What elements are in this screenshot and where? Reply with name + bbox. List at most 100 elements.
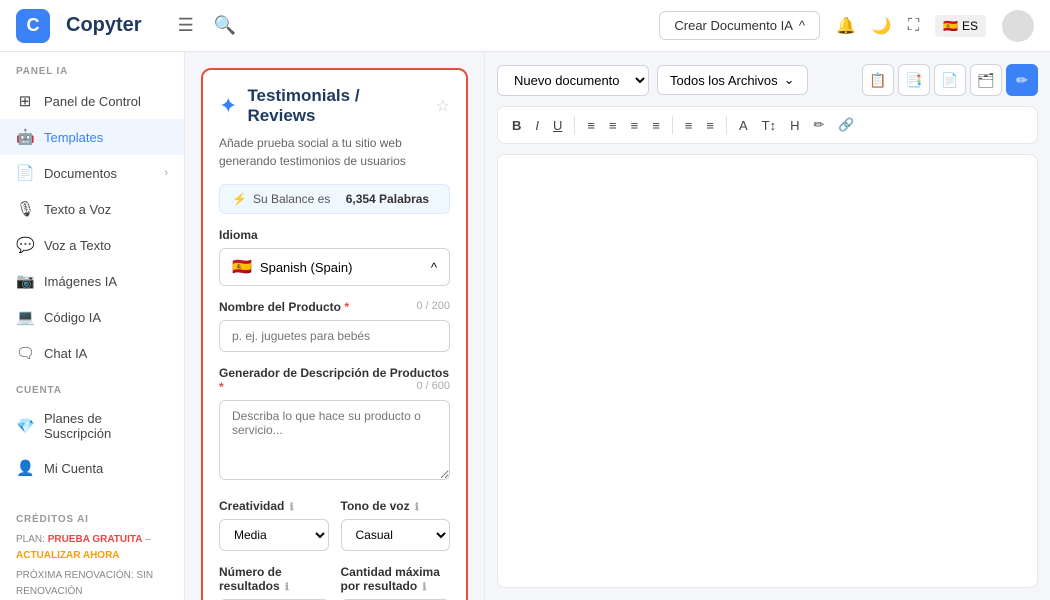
format-heading[interactable]: H: [786, 116, 803, 135]
chevron-up-lang-icon: ^: [431, 260, 437, 275]
toolbar-top: Nuevo documento Todos los Archivos ⌄ 📋 📑…: [497, 64, 1038, 96]
templates-icon: 🤖: [16, 128, 34, 146]
nombre-producto-label: Nombre del Producto * 0 / 200: [219, 300, 450, 314]
plan-line: PLAN: PRUEBA GRATUITA – ACTUALIZAR AHORA: [16, 532, 168, 564]
toolbar-icon-2[interactable]: 📑: [898, 64, 930, 96]
format-bar: B I U ≡ ≡ ≡ ≡ ≡ ≡ A T↕ H ✏ 🔗: [497, 106, 1038, 144]
idioma-field: Idioma 🇪🇸 Spanish (Spain) ^: [219, 228, 450, 286]
search-icon[interactable]: 🔍: [210, 11, 240, 40]
format-pen[interactable]: ✏: [809, 115, 828, 135]
format-align-right[interactable]: ≡: [627, 116, 643, 135]
format-font-color[interactable]: A: [735, 116, 752, 135]
creatividad-label: Creatividad ℹ: [219, 499, 329, 513]
sidebar-item-planes[interactable]: 💎 Planes de Suscripción: [0, 402, 184, 450]
lang-selected-text: Spanish (Spain): [260, 260, 353, 275]
crear-doc-button[interactable]: Crear Documento IA ^: [659, 11, 820, 40]
panel-ia-section-label: PANEL IA: [0, 52, 184, 83]
right-panel: Nuevo documento Todos los Archivos ⌄ 📋 📑…: [485, 52, 1050, 600]
desc-productos-label: Generador de Descripción de Productos * …: [219, 366, 450, 394]
format-text-size[interactable]: T↕: [758, 116, 780, 135]
toolbar-icon-1[interactable]: 📋: [862, 64, 894, 96]
codigo-ia-icon: 💻: [16, 308, 34, 326]
format-align-left[interactable]: ≡: [583, 116, 599, 135]
sidebar-footer: CRÉDITOS AI PLAN: PRUEBA GRATUITA – ACTU…: [0, 486, 184, 600]
tono-info-icon[interactable]: ℹ: [415, 502, 419, 513]
sidebar: PANEL IA ⊞ Panel de Control 🤖 Templates …: [0, 52, 185, 600]
language-flag-badge[interactable]: 🇪🇸 ES: [935, 15, 986, 37]
arrow-right-icon: ›: [164, 167, 168, 179]
voz-a-texto-icon: 💬: [16, 236, 34, 254]
sidebar-item-templates[interactable]: 🤖 Templates: [0, 119, 184, 155]
sidebar-item-documentos[interactable]: 📄 Documentos ›: [0, 155, 184, 191]
creatividad-tono-row: Creatividad ℹ Baja Media Alta Tono de vo…: [219, 499, 450, 551]
creatividad-select[interactable]: Baja Media Alta: [219, 519, 329, 551]
cuenta-section-label: CUENTA: [0, 371, 184, 402]
sidebar-item-voz-a-texto[interactable]: 💬 Voz a Texto: [0, 227, 184, 263]
sidebar-label-documentos: Documentos: [44, 166, 117, 181]
format-list-ul[interactable]: ≡: [702, 116, 718, 135]
tono-select[interactable]: Formal Casual Amigable Profesional: [341, 519, 451, 551]
template-card: ✦ Testimonials / Reviews ☆ Añade prueba …: [201, 68, 468, 600]
sidebar-label-mi-cuenta: Mi Cuenta: [44, 461, 103, 476]
sidebar-item-mi-cuenta[interactable]: 👤 Mi Cuenta: [0, 450, 184, 486]
format-link[interactable]: 🔗: [834, 115, 858, 135]
user-avatar[interactable]: [1002, 10, 1034, 42]
renovacion-text: PRÓXIMA RENOVACIÓN: SIN RENOVACIÓN: [16, 568, 168, 600]
required-star-nombre: *: [344, 300, 349, 314]
balance-label: Su Balance es: [253, 192, 330, 206]
format-align-justify[interactable]: ≡: [648, 116, 664, 135]
sidebar-item-imagenes-ia[interactable]: 📷 Imágenes IA: [0, 263, 184, 299]
sidebar-item-codigo-ia[interactable]: 💻 Código IA: [0, 299, 184, 335]
format-list-ol[interactable]: ≡: [681, 116, 697, 135]
format-underline[interactable]: U: [549, 116, 566, 135]
nav-right: Crear Documento IA ^ 🔔 🌙 ⛶ 🇪🇸 ES: [659, 10, 1034, 42]
language-select[interactable]: 🇪🇸 Spanish (Spain) ^: [219, 248, 450, 286]
planes-icon: 💎: [16, 417, 34, 435]
sidebar-item-chat-ia[interactable]: 🗨 Chat IA: [0, 335, 184, 371]
fullscreen-icon[interactable]: ⛶: [908, 17, 919, 35]
toolbar-icon-3[interactable]: 📄: [934, 64, 966, 96]
bell-icon[interactable]: 🔔: [836, 16, 856, 36]
balance-bar: ⚡ Su Balance es 6,354 Palabras: [219, 184, 450, 214]
plan-sep: –: [145, 534, 151, 545]
logo-text: Copyter: [66, 14, 142, 37]
moon-icon[interactable]: 🌙: [872, 16, 892, 36]
format-align-center[interactable]: ≡: [605, 116, 621, 135]
desc-productos-textarea[interactable]: [219, 400, 450, 480]
toolbar-icon-5[interactable]: ✏: [1006, 64, 1038, 96]
sidebar-label-templates: Templates: [44, 130, 103, 145]
lightning-icon: ⚡: [232, 192, 247, 206]
main: ✦ Testimonials / Reviews ☆ Añade prueba …: [185, 52, 1050, 600]
todos-archivos-select[interactable]: Todos los Archivos ⌄: [657, 65, 808, 95]
sidebar-item-texto-a-voz[interactable]: 🎙 Texto a Voz: [0, 191, 184, 227]
format-italic[interactable]: I: [531, 116, 543, 135]
favorite-icon[interactable]: ☆: [436, 96, 450, 116]
format-bold[interactable]: B: [508, 116, 525, 135]
sidebar-label-imagenes-ia: Imágenes IA: [44, 274, 117, 289]
sidebar-label-codigo-ia: Código IA: [44, 310, 101, 325]
creatividad-info-icon[interactable]: ℹ: [290, 502, 294, 513]
nombre-producto-input[interactable]: [219, 320, 450, 352]
imagenes-ia-icon: 📷: [16, 272, 34, 290]
plan-update-link[interactable]: ACTUALIZAR AHORA: [16, 550, 120, 561]
editor-area[interactable]: [497, 154, 1038, 588]
num-resultados-info-icon[interactable]: ℹ: [285, 582, 289, 593]
menu-icon[interactable]: ☰: [174, 11, 198, 40]
sidebar-label-panel-control: Panel de Control: [44, 94, 141, 109]
chevron-up-icon: ^: [799, 18, 805, 33]
dashboard-icon: ⊞: [16, 92, 34, 110]
cantidad-maxima-info-icon[interactable]: ℹ: [423, 582, 427, 593]
plan-text: PLAN:: [16, 534, 48, 545]
documentos-icon: 📄: [16, 164, 34, 182]
sidebar-label-chat-ia: Chat IA: [44, 346, 87, 361]
star-icon: ✦: [219, 93, 237, 119]
logo-letter: C: [27, 15, 40, 36]
sidebar-item-panel-control[interactable]: ⊞ Panel de Control: [0, 83, 184, 119]
toolbar-icon-4[interactable]: 🗂: [970, 64, 1002, 96]
required-star-desc: *: [219, 380, 224, 394]
desc-count: 0 / 600: [416, 380, 450, 392]
lang-code: ES: [962, 19, 978, 33]
nuevo-doc-select[interactable]: Nuevo documento: [497, 65, 649, 96]
sidebar-label-planes: Planes de Suscripción: [44, 411, 168, 441]
todos-archivos-label: Todos los Archivos: [670, 73, 778, 88]
